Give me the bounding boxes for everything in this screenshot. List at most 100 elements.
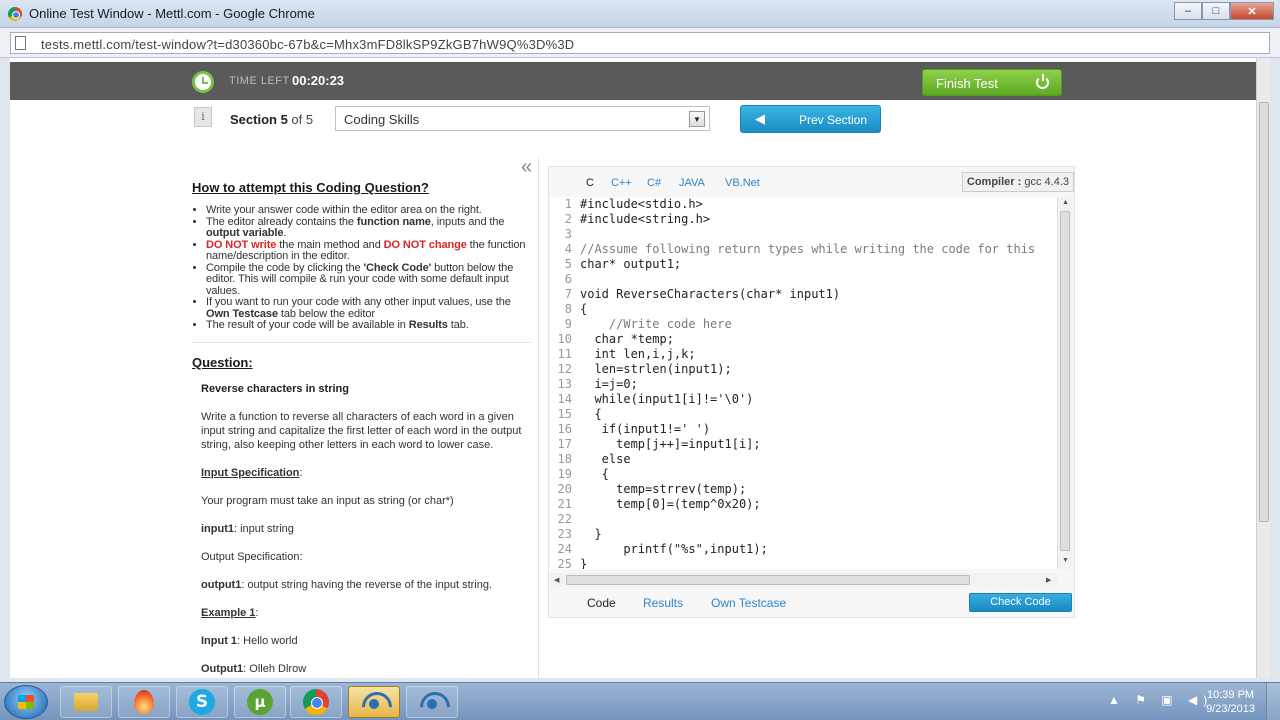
system-tray-icons[interactable]: ▲ ⚑ ▣ ◀) bbox=[1108, 693, 1213, 707]
code-line: 17 temp[j++]=input1[i]; bbox=[550, 437, 1057, 452]
divider bbox=[192, 341, 532, 343]
scroll-left-icon[interactable]: ◀ bbox=[554, 576, 559, 584]
scroll-down-icon[interactable]: ▼ bbox=[1062, 557, 1069, 564]
minimize-button[interactable]: – bbox=[1174, 2, 1202, 20]
instruction-text: The result of your code will be availabl… bbox=[206, 319, 409, 331]
prev-section-button[interactable]: ◀ Prev Section bbox=[740, 105, 881, 133]
url-text[interactable]: tests.mettl.com/test-window?t=d30360bc-6… bbox=[41, 37, 574, 52]
scroll-right-icon[interactable]: ▶ bbox=[1046, 576, 1051, 584]
tab-c[interactable]: C bbox=[586, 177, 594, 189]
tab-own-testcase[interactable]: Own Testcase bbox=[711, 596, 786, 610]
code-line: 9 //Write code here bbox=[550, 317, 1057, 332]
code-line: 21 temp[0]=(temp^0x20); bbox=[550, 497, 1057, 512]
code-text: temp[0]=(temp^0x20); bbox=[580, 497, 761, 511]
page-scrollbar[interactable] bbox=[1256, 58, 1270, 678]
code-line: 3 bbox=[550, 227, 1057, 242]
clock-time: 10:39 PM bbox=[1206, 689, 1255, 701]
check-code-button[interactable]: Check Code bbox=[969, 593, 1072, 612]
output1-text: : output string having the reverse of th… bbox=[241, 578, 493, 591]
code-line: 4 //Assume following return types while w… bbox=[550, 242, 1057, 257]
time-left-label: TIME LEFT bbox=[229, 75, 290, 87]
compiler-value: gcc 4.4.3 bbox=[1021, 176, 1069, 188]
editor-hscroll-thumb[interactable] bbox=[566, 575, 970, 585]
section-total: of 5 bbox=[287, 112, 314, 127]
close-button[interactable]: ✕ bbox=[1230, 2, 1274, 20]
utorrent-icon: µ bbox=[247, 689, 273, 715]
section-number: Section 5 bbox=[230, 112, 288, 127]
finish-test-button[interactable]: Finish Test bbox=[922, 69, 1062, 96]
prev-section-label: Prev Section bbox=[799, 113, 868, 127]
instructions-heading: How to attempt this Coding Question? bbox=[192, 180, 429, 195]
power-icon bbox=[1036, 74, 1049, 89]
line-number: 20 bbox=[557, 482, 572, 496]
example-output-label: Output1 bbox=[201, 662, 244, 675]
code-text: } bbox=[580, 527, 602, 541]
code-text: void ReverseCharacters(char* input1) bbox=[580, 287, 841, 301]
start-button[interactable] bbox=[4, 685, 48, 719]
question-body: Reverse characters in string Write a fun… bbox=[192, 382, 532, 676]
code-textarea[interactable]: 1 #include<stdio.h> 2 #include<string.h> 3 4 /… bbox=[550, 197, 1057, 569]
page-scroll-thumb[interactable] bbox=[1259, 102, 1269, 522]
instruction-warning: DO NOT write bbox=[206, 238, 277, 251]
input-spec-heading: Input Specification: bbox=[201, 466, 532, 480]
panel-separator bbox=[538, 158, 539, 678]
tab-java[interactable]: JAVA bbox=[679, 177, 705, 189]
input-spec-colon: : bbox=[299, 466, 303, 479]
taskbar-firefox[interactable] bbox=[118, 686, 170, 718]
input1-text: : input string bbox=[234, 522, 294, 535]
code-text: //Assume following return types while wr… bbox=[580, 242, 1036, 256]
code-line: 18 else bbox=[550, 452, 1057, 467]
instruction-bold: function name bbox=[356, 215, 431, 228]
question-panel: How to attempt this Coding Question? Wri… bbox=[192, 176, 532, 676]
line-number: 8 bbox=[564, 302, 572, 316]
tab-cpp[interactable]: C++ bbox=[611, 177, 632, 189]
code-line: 8{ bbox=[550, 302, 1057, 317]
editor-scroll-thumb[interactable] bbox=[1060, 211, 1070, 551]
line-number: 6 bbox=[564, 272, 572, 286]
maximize-button[interactable]: □ bbox=[1202, 2, 1230, 20]
info-icon[interactable]: i bbox=[194, 107, 212, 127]
code-text: #include<stdio.h> bbox=[580, 197, 703, 211]
compiler-label: Compiler : bbox=[966, 176, 1022, 188]
output1-spec: output1: output string having the revers… bbox=[201, 578, 532, 592]
taskbar-skype[interactable]: S bbox=[176, 686, 228, 718]
code-line: 5 char* output1; bbox=[550, 257, 1057, 272]
input1-label: input1 bbox=[201, 522, 234, 535]
input-spec-title: Input Specification bbox=[201, 466, 300, 479]
tab-code[interactable]: Code bbox=[587, 596, 616, 610]
wifi-icon bbox=[418, 690, 446, 714]
taskbar-utorrent[interactable]: µ bbox=[234, 686, 286, 718]
tab-csharp[interactable]: C# bbox=[647, 177, 661, 189]
show-desktop-button[interactable] bbox=[1266, 683, 1280, 720]
instruction-text: tab below the editor bbox=[277, 307, 375, 320]
code-line: 25} bbox=[550, 557, 1057, 569]
code-text: temp[j++]=input1[i]; bbox=[580, 437, 761, 451]
code-text: //Write code here bbox=[580, 317, 732, 331]
editor-horizontal-scrollbar[interactable]: ◀ ▶ bbox=[550, 573, 1057, 587]
section-select[interactable]: Coding Skills ▼ bbox=[335, 106, 710, 131]
line-number: 13 bbox=[557, 377, 572, 391]
line-number: 7 bbox=[564, 287, 572, 301]
instruction-text: the main method and bbox=[276, 238, 384, 251]
instruction-bold: Own Testcase bbox=[206, 307, 278, 320]
example-input: Input 1: Hello world bbox=[201, 634, 532, 648]
address-bar[interactable]: tests.mettl.com/test-window?t=d30360bc-6… bbox=[10, 32, 1270, 54]
editor-vertical-scrollbar[interactable]: ▲ ▼ bbox=[1057, 197, 1072, 569]
taskbar-network-app[interactable] bbox=[348, 686, 400, 718]
tab-results[interactable]: Results bbox=[643, 596, 683, 610]
scroll-up-icon[interactable]: ▲ bbox=[1062, 199, 1069, 206]
line-number: 17 bbox=[557, 437, 572, 451]
tab-vbnet[interactable]: VB.Net bbox=[725, 177, 760, 189]
skype-icon: S bbox=[189, 689, 215, 715]
taskbar-clock[interactable]: 10:39 PM 9/23/2013 bbox=[1206, 688, 1255, 716]
taskbar-chrome[interactable] bbox=[290, 686, 342, 718]
taskbar-explorer[interactable] bbox=[60, 686, 112, 718]
taskbar-network-app-2[interactable] bbox=[406, 686, 458, 718]
line-number: 21 bbox=[557, 497, 572, 511]
code-text: while(input1[i]!='\0') bbox=[580, 392, 754, 406]
example-input-text: : Hello world bbox=[237, 634, 298, 647]
example-input-label: Input 1 bbox=[201, 634, 238, 647]
stopwatch-icon bbox=[192, 71, 214, 93]
finish-test-label: Finish Test bbox=[936, 76, 998, 91]
instruction-item: The editor already contains the function… bbox=[206, 215, 532, 240]
